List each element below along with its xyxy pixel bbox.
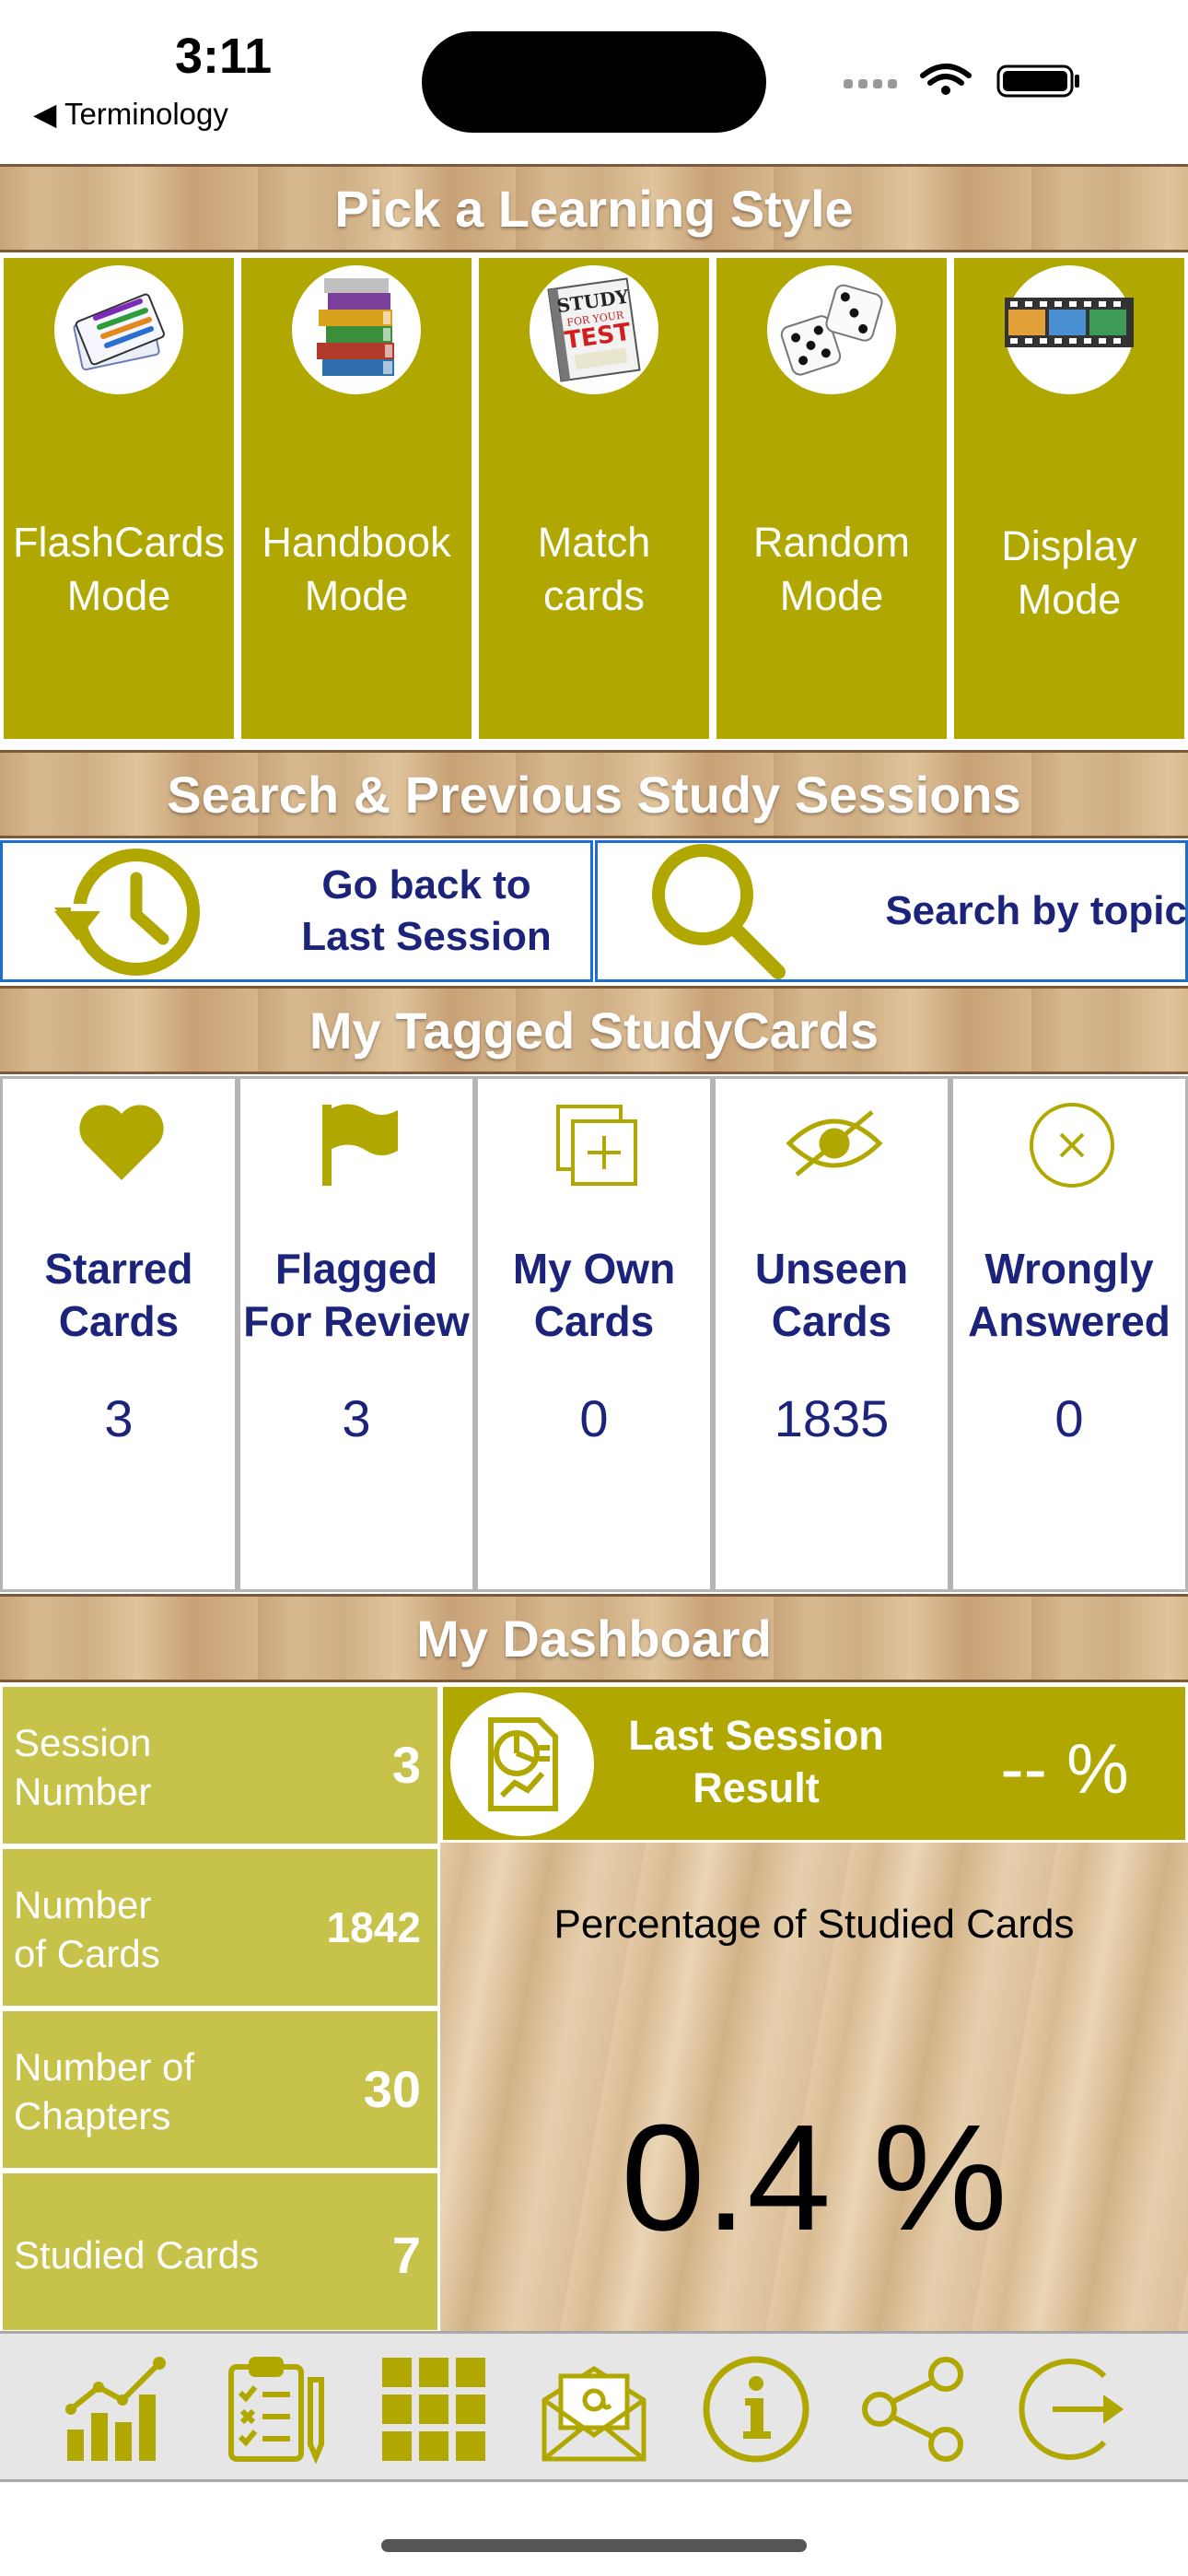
dashboard-title: My Dashboard xyxy=(416,1610,772,1668)
last-session-value: -- % xyxy=(1000,1730,1129,1809)
wifi-icon xyxy=(920,64,972,86)
tag-count: 0 xyxy=(1054,1389,1084,1447)
info-icon xyxy=(703,2356,809,2463)
history-icon xyxy=(49,843,205,986)
stat-value: 30 xyxy=(363,2060,421,2118)
tag-count: 0 xyxy=(579,1389,609,1447)
mode-label: Handbook Mode xyxy=(262,519,451,619)
mode-label: Random Mode xyxy=(752,519,911,619)
checklist-icon xyxy=(228,2357,324,2465)
info-button[interactable] xyxy=(687,2347,825,2472)
signal-icon xyxy=(844,79,897,88)
mode-handbook[interactable]: Handbook Mode xyxy=(238,254,475,743)
tag-label: My Own Cards xyxy=(512,1245,676,1345)
unseen-cards[interactable]: Unseen Cards 1835 xyxy=(713,1076,950,1592)
mode-display[interactable]: Display Mode xyxy=(950,254,1188,743)
tagged-title: My Tagged StudyCards xyxy=(309,1001,879,1060)
add-card-icon xyxy=(551,1099,643,1196)
grid-icon xyxy=(382,2358,485,2461)
tag-label: Starred Cards xyxy=(44,1245,193,1345)
grid-button[interactable] xyxy=(365,2347,503,2472)
eye-slash-icon xyxy=(784,1107,885,1185)
tag-label: Wrongly Answered xyxy=(968,1245,1171,1345)
search-topic-label: Search by topic xyxy=(885,888,1187,933)
stat-value: 1842 xyxy=(326,1903,421,1951)
tag-label: Flagged For Review xyxy=(243,1245,470,1345)
studied-value: 0.4 % xyxy=(621,2093,1007,2262)
last-session-label: Last Session Result xyxy=(628,1712,884,1811)
learning-style-title: Pick a Learning Style xyxy=(334,180,854,238)
stat-session-number: Session Number 3 xyxy=(0,1684,440,1846)
mode-label: Match cards xyxy=(537,519,651,619)
status-icons xyxy=(840,61,1089,98)
study-test-icon: STUDY FOR YOUR TEST xyxy=(530,265,658,394)
own-cards[interactable]: My Own Cards 0 xyxy=(475,1076,713,1592)
flag-icon xyxy=(313,1097,405,1194)
flagged-cards[interactable]: Flagged For Review 3 xyxy=(238,1076,475,1592)
dynamic-island xyxy=(422,31,766,133)
starred-cards[interactable]: Starred Cards 3 xyxy=(0,1076,238,1592)
back-link[interactable]: ◀ Terminology xyxy=(33,96,228,132)
stat-value: 7 xyxy=(391,2226,421,2284)
stat-number-of-cards: Number of Cards 1842 xyxy=(0,1846,440,2008)
battery-icon xyxy=(996,64,1079,98)
dice-icon xyxy=(767,265,896,394)
share-button[interactable] xyxy=(845,2347,984,2472)
search-topic-button[interactable]: Search by topic xyxy=(595,840,1188,982)
share-icon xyxy=(862,2357,963,2462)
books-icon xyxy=(292,265,421,394)
tag-count: 3 xyxy=(104,1389,134,1447)
last-session-label: Go back to Last Session xyxy=(301,862,552,959)
mode-flashcards[interactable]: FlashCards Mode xyxy=(0,254,238,743)
studied-percentage-panel: Percentage of Studied Cards 0.4 % xyxy=(440,1843,1188,2333)
tagged-header: My Tagged StudyCards xyxy=(0,986,1188,1074)
learning-style-header: Pick a Learning Style xyxy=(0,164,1188,252)
chart-button[interactable] xyxy=(46,2347,184,2472)
mode-label: FlashCards Mode xyxy=(12,519,226,619)
heart-icon xyxy=(76,1101,168,1188)
last-session-result[interactable]: Last Session Result -- % xyxy=(440,1684,1188,1843)
bottom-toolbar xyxy=(0,2331,1188,2482)
search-icon xyxy=(640,843,797,989)
sessions-header: Search & Previous Study Sessions xyxy=(0,750,1188,838)
tag-count: 1835 xyxy=(774,1389,890,1447)
chart-icon xyxy=(65,2357,166,2461)
sessions-title: Search & Previous Study Sessions xyxy=(167,766,1021,824)
exit-icon xyxy=(1019,2359,1124,2460)
mode-match-cards[interactable]: STUDY FOR YOUR TEST Match cards xyxy=(475,254,713,743)
stat-number-of-chapters: Number of Chapters 30 xyxy=(0,2008,440,2171)
wrongly-answered[interactable]: Wrongly Answered 0 xyxy=(950,1076,1188,1592)
stat-studied-cards: Studied Cards 7 xyxy=(0,2171,440,2333)
status-time: 3:11 xyxy=(175,29,273,84)
stat-value: 3 xyxy=(391,1736,421,1794)
last-session-button[interactable]: Go back to Last Session xyxy=(0,840,593,982)
exit-button[interactable] xyxy=(1004,2347,1142,2472)
mode-label: Display Mode xyxy=(1001,522,1137,623)
x-circle-icon xyxy=(1026,1099,1118,1196)
report-icon xyxy=(450,1692,594,1836)
film-icon xyxy=(1005,265,1134,394)
tag-count: 3 xyxy=(342,1389,371,1447)
email-icon xyxy=(542,2366,646,2462)
mode-random[interactable]: Random Mode xyxy=(713,254,950,743)
email-button[interactable] xyxy=(525,2347,663,2472)
home-indicator xyxy=(381,2539,807,2552)
dashboard-header: My Dashboard xyxy=(0,1594,1188,1682)
checklist-button[interactable] xyxy=(206,2347,344,2472)
flashcards-icon xyxy=(54,265,183,394)
tag-label: Unseen Cards xyxy=(754,1245,909,1345)
studied-title: Percentage of Studied Cards xyxy=(553,1902,1075,1947)
